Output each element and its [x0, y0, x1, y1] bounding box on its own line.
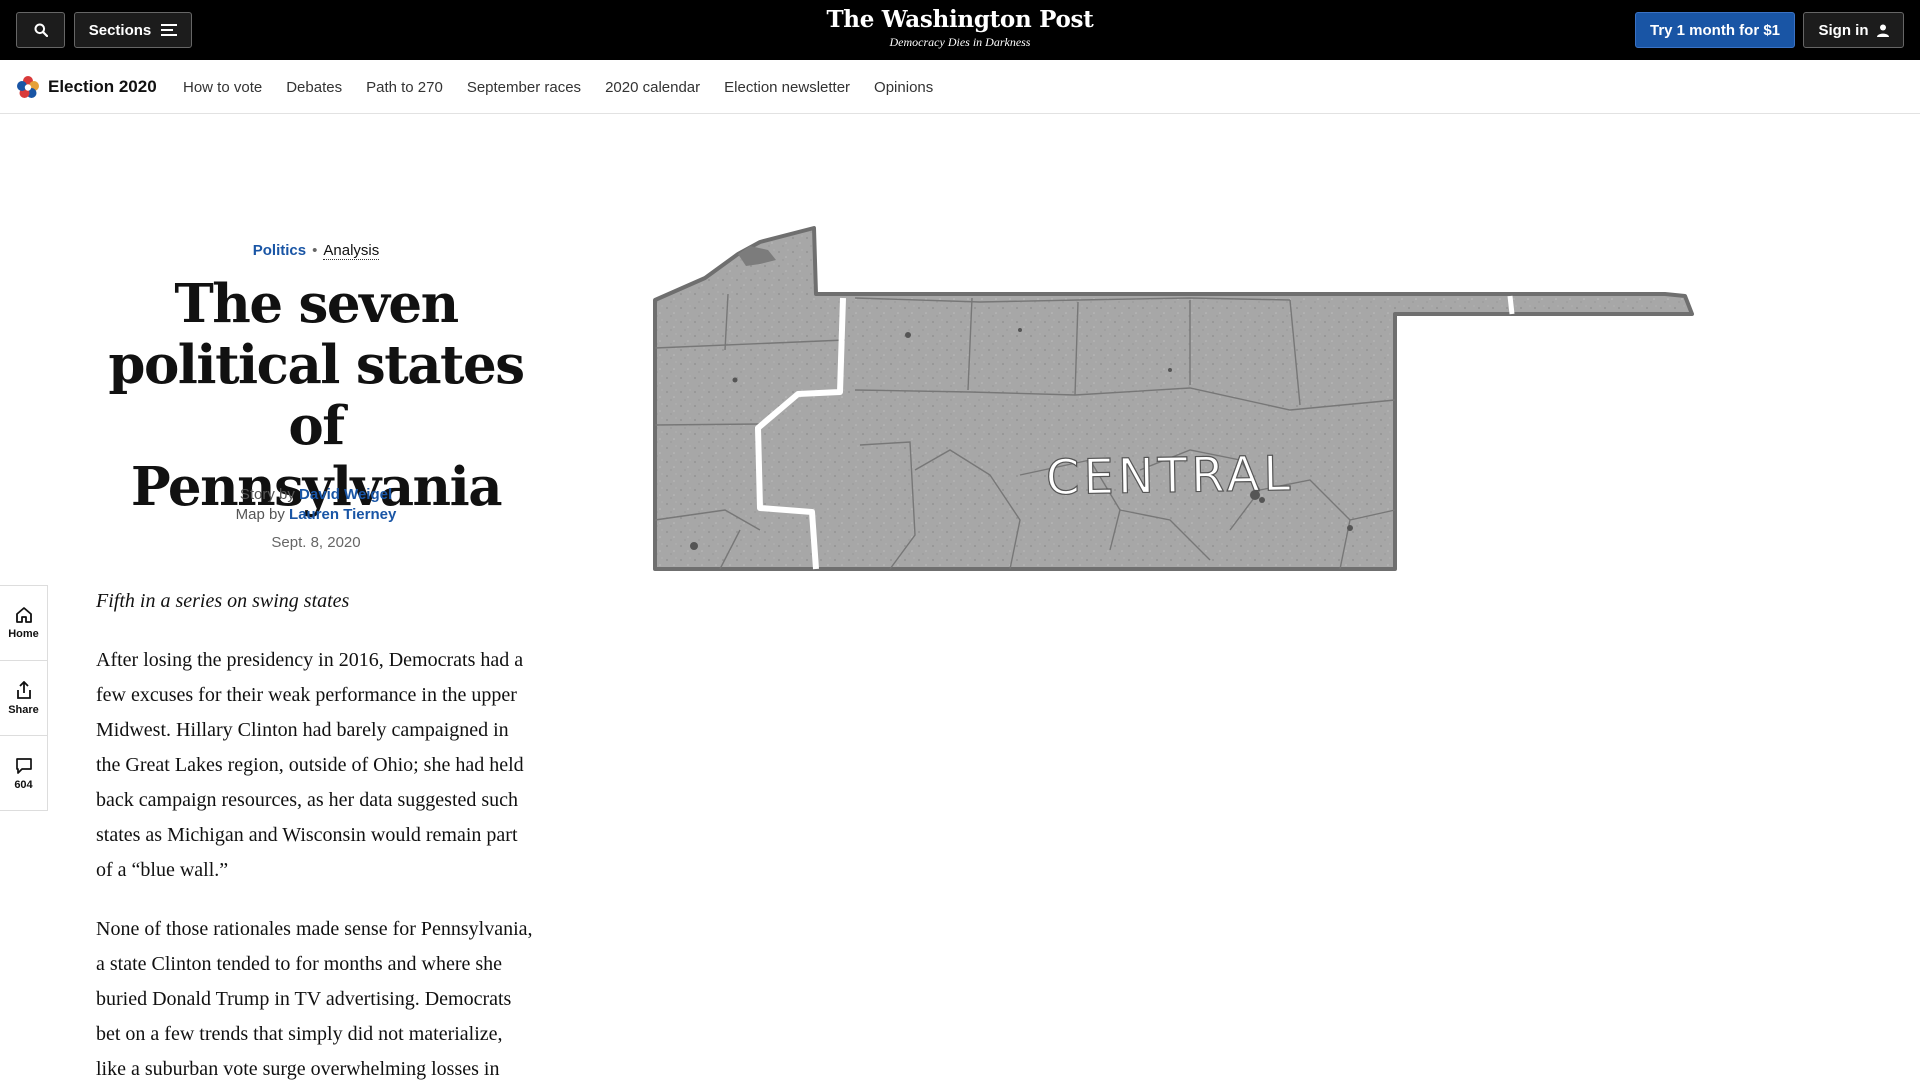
analysis-label[interactable]: Analysis: [323, 242, 380, 260]
nav-link-election-newsletter[interactable]: Election newsletter: [724, 79, 850, 96]
election-star-icon: [17, 76, 39, 98]
election-2020-label: Election 2020: [48, 77, 157, 96]
story-by-prefix: Story by: [239, 486, 295, 503]
search-button[interactable]: [16, 12, 65, 48]
comment-icon: [15, 757, 32, 774]
article-kicker: Politics • Analysis: [100, 242, 532, 260]
subnav-links: How to vote Debates Path to 270 Septembe…: [183, 60, 957, 114]
menu-icon: [161, 24, 178, 36]
share-icon: [16, 680, 31, 699]
nav-link-september-races[interactable]: September races: [467, 79, 581, 96]
search-icon: [34, 23, 48, 37]
author-link[interactable]: David Weigel: [299, 486, 392, 503]
comments-button[interactable]: 604: [0, 736, 47, 811]
section-link-politics[interactable]: Politics: [253, 242, 306, 259]
map-region-boundary-top: [1507, 295, 1515, 315]
home-icon: [15, 607, 32, 623]
election-2020-brand[interactable]: Election 2020: [16, 75, 157, 99]
article-paragraph: After losing the presidency in 2016, Dem…: [96, 649, 524, 881]
sections-button[interactable]: Sections: [74, 12, 192, 48]
series-note: Fifth in a series on swing states: [96, 590, 350, 612]
headline-line: political states: [108, 334, 525, 396]
sections-label: Sections: [88, 21, 152, 39]
comments-count: 604: [14, 778, 33, 791]
kicker-separator: •: [312, 242, 318, 259]
sign-in-label: Sign in: [1818, 21, 1869, 39]
nav-link-debates[interactable]: Debates: [286, 79, 342, 96]
map-by-prefix: Map by: [235, 506, 285, 523]
headline-line: The seven: [174, 273, 459, 335]
article-headline: The seven political states of Pennsylvan…: [100, 274, 532, 518]
nav-link-2020-calendar[interactable]: 2020 calendar: [605, 79, 700, 96]
nav-link-opinions[interactable]: Opinions: [874, 79, 933, 96]
share-label: Share: [8, 703, 39, 716]
pennsylvania-map: CENTRAL: [653, 226, 1694, 571]
left-action-rail: Home Share 604: [0, 585, 48, 811]
map-author-link[interactable]: Lauren Tierney: [289, 506, 396, 523]
home-button[interactable]: Home: [0, 586, 47, 661]
sign-in-button[interactable]: Sign in: [1803, 12, 1904, 48]
top-bar: Sections The Washington Post Democracy D…: [0, 0, 1920, 60]
byline: Story by David Weigel Map by Lauren Tier…: [100, 485, 532, 525]
home-label: Home: [8, 628, 39, 640]
publish-date: Sept. 8, 2020: [271, 534, 361, 551]
masthead[interactable]: The Washington Post Democracy Dies in Da…: [760, 6, 1160, 50]
subscribe-trial-button[interactable]: Try 1 month for $1: [1635, 12, 1795, 48]
share-button[interactable]: Share: [0, 661, 47, 736]
map-region-label: CENTRAL: [1046, 446, 1295, 506]
article-paragraph: None of those rationales made sense for …: [96, 918, 533, 1080]
washington-post-logo[interactable]: The Washington Post: [760, 6, 1160, 34]
election-subnav: Election 2020 How to vote Debates Path t…: [0, 60, 1920, 114]
nav-link-path-to-270[interactable]: Path to 270: [366, 79, 443, 96]
tagline: Democracy Dies in Darkness: [889, 35, 1031, 49]
user-icon: [1876, 24, 1889, 37]
nav-link-how-to-vote[interactable]: How to vote: [183, 79, 262, 96]
